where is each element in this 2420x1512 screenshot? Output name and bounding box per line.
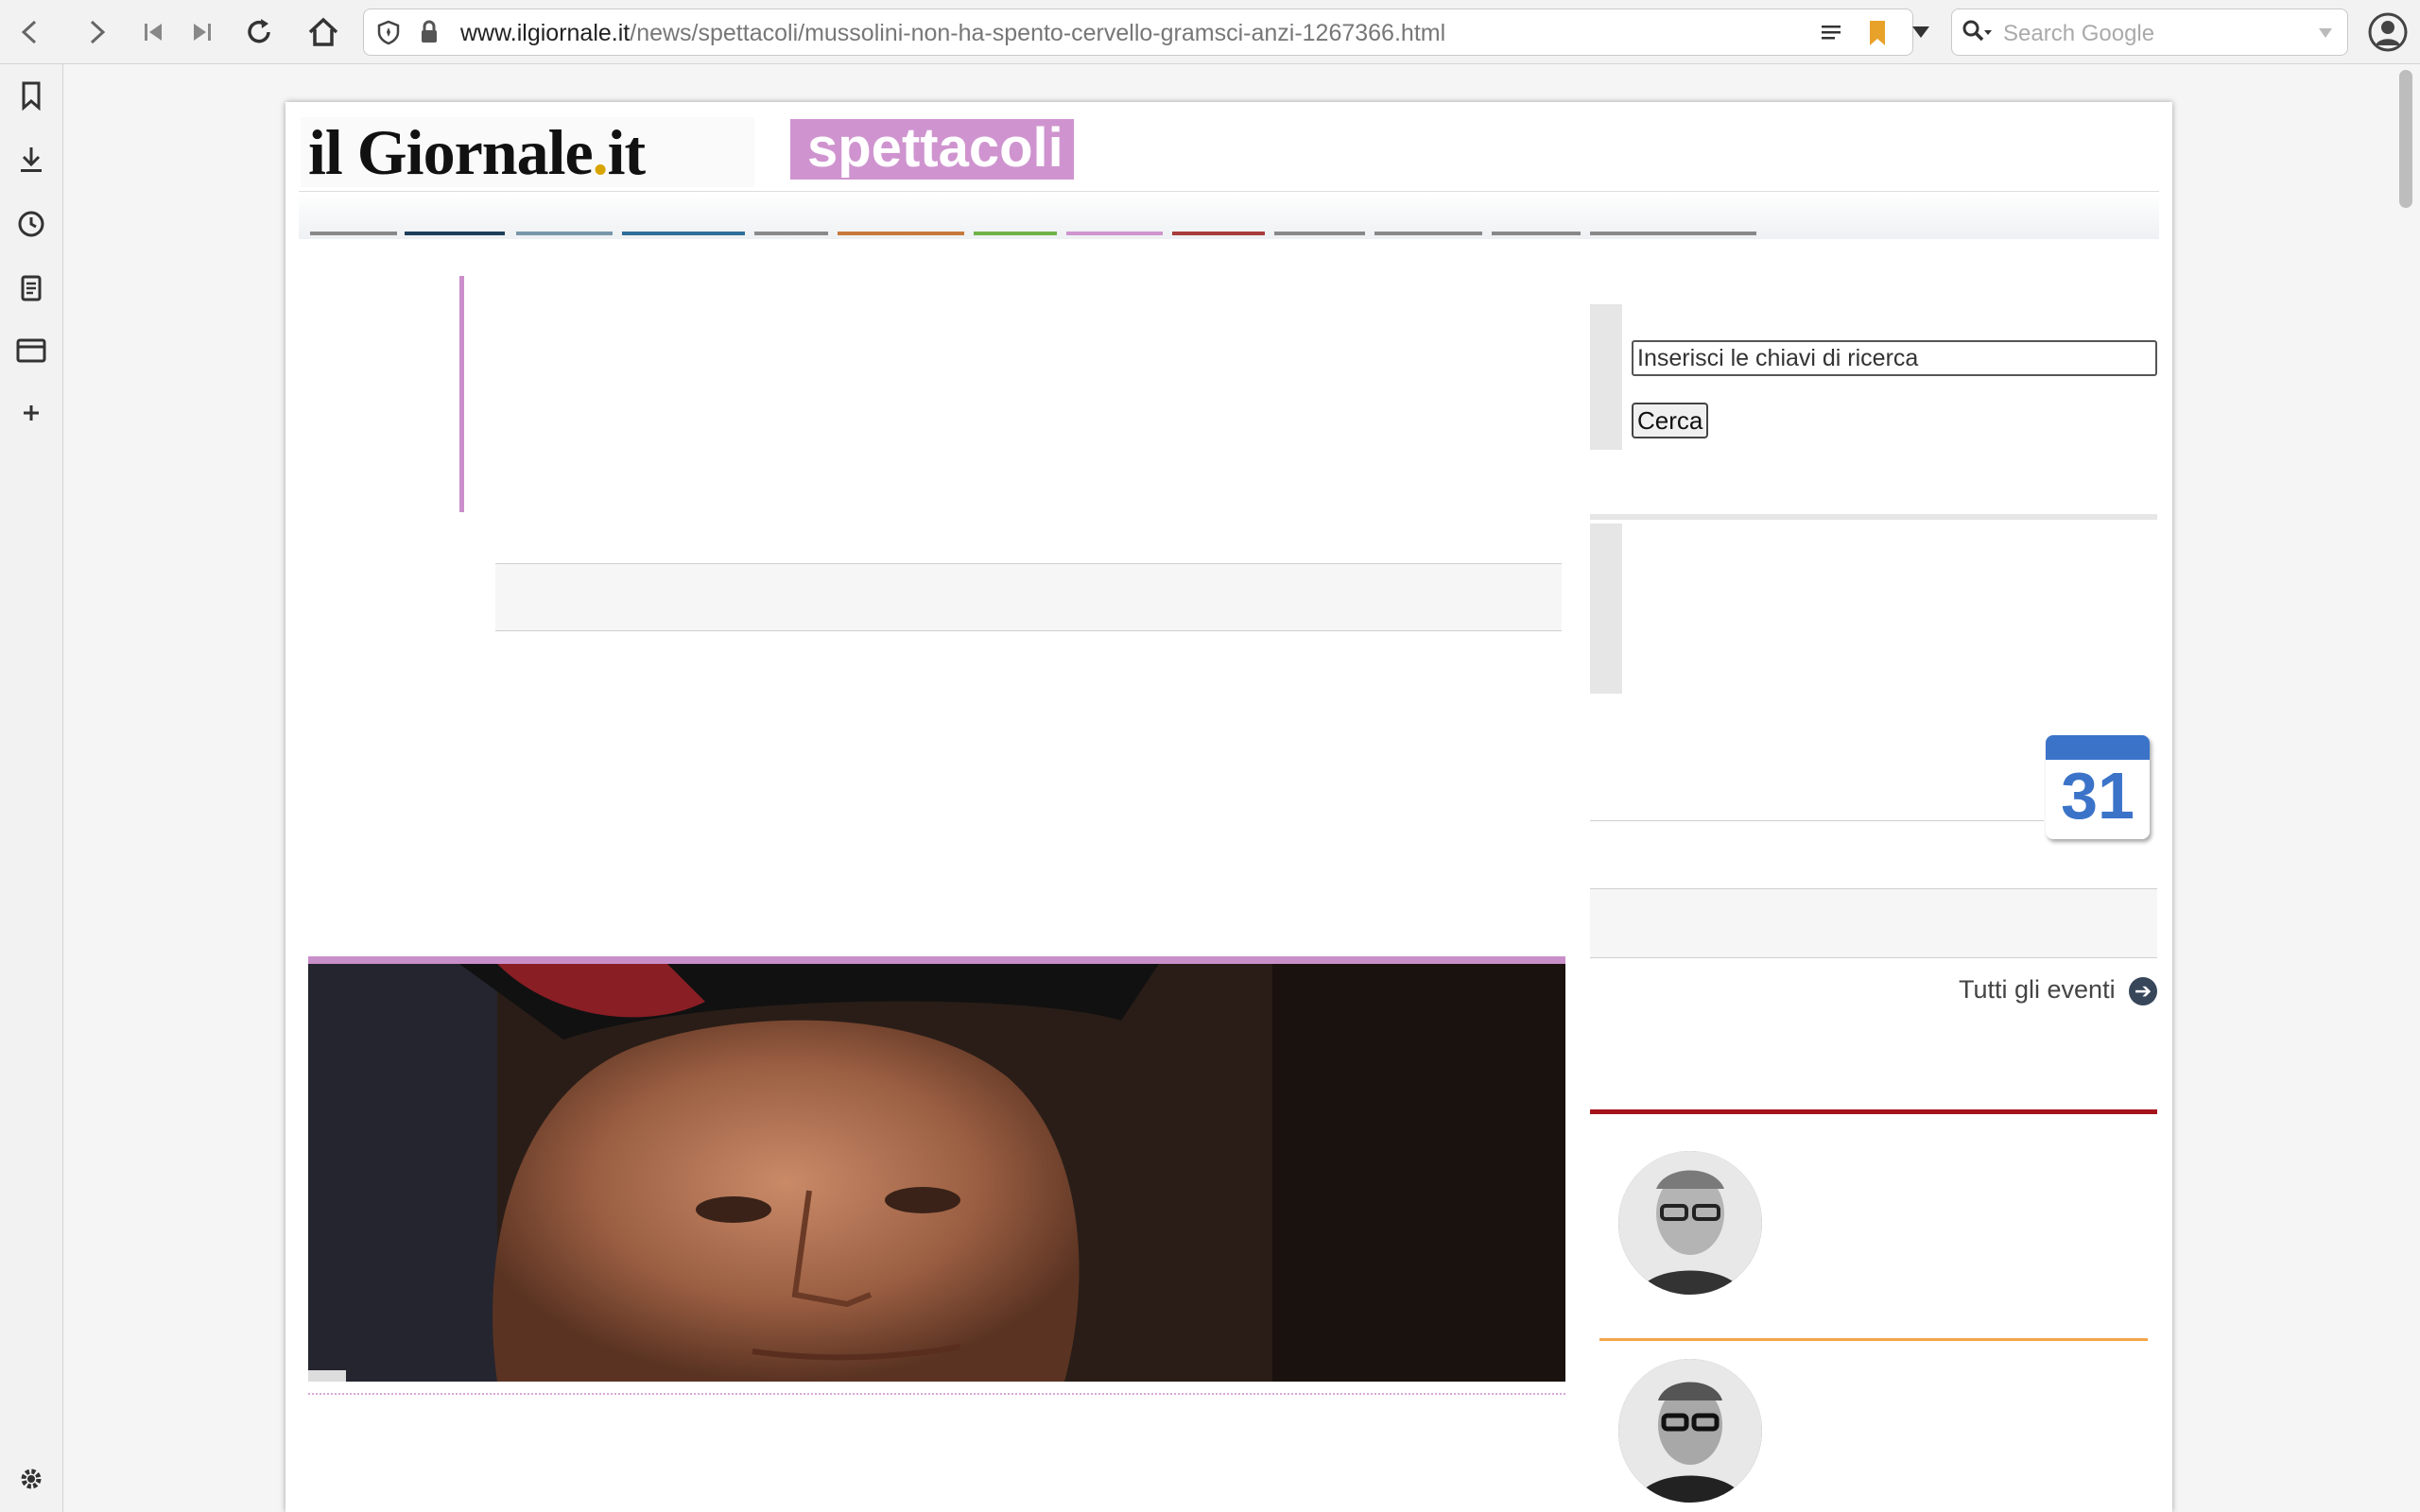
scrollbar-thumb[interactable] (2399, 70, 2412, 208)
author-avatar[interactable] (1618, 1151, 1762, 1295)
sidebar-box-accent (1590, 524, 1622, 694)
url-domain: www.ilgiornale.it (460, 20, 631, 46)
article-info-band (495, 563, 1562, 631)
site-logo[interactable]: il Giornale.it (301, 117, 754, 187)
url-path: /news/spettacoli/mussolini-non-ha-spento… (630, 20, 1446, 46)
photo-divider (308, 1393, 1565, 1395)
search-button[interactable]: Cerca (1632, 403, 1709, 438)
search-engine-dropdown-icon[interactable] (2317, 26, 2334, 40)
bookmark-star-icon[interactable] (1867, 19, 1888, 47)
reader-view-icon[interactable] (1820, 23, 1842, 43)
author-portrait (1618, 1151, 1762, 1295)
nav-item[interactable] (974, 232, 1057, 235)
download-icon (21, 147, 42, 172)
back-button[interactable] (8, 9, 53, 55)
nav-item[interactable] (310, 232, 397, 235)
gear-icon (21, 1469, 42, 1489)
browser-toolbar: www.ilgiornale.it/news/spettacoli/mussol… (0, 0, 2420, 64)
fast-forward-button[interactable] (180, 9, 225, 55)
page-scrollbar[interactable] (2394, 64, 2420, 1512)
window-icon (16, 338, 46, 363)
forward-button[interactable] (74, 9, 119, 55)
url-text[interactable]: www.ilgiornale.it/news/spettacoli/mussol… (460, 20, 1445, 47)
all-events-link[interactable]: Tutti gli eventi (1959, 975, 2116, 1005)
reload-button[interactable] (236, 9, 282, 55)
photo-accent-bar (308, 956, 1565, 964)
events-band (1590, 888, 2157, 958)
fast-forward-icon (194, 24, 211, 41)
nav-item[interactable] (1590, 232, 1756, 235)
notes-panel-button[interactable] (9, 266, 53, 310)
sidebar-box (1590, 524, 2157, 694)
section-nav (299, 191, 2159, 239)
section-badge[interactable]: spettacoli (790, 119, 1074, 180)
forward-arrow-icon (90, 20, 106, 44)
clock-icon (18, 211, 44, 237)
web-search-placeholder: Search Google (2003, 21, 2155, 46)
nav-item[interactable] (1274, 232, 1365, 235)
article-accent-bar (459, 276, 464, 512)
history-panel-button[interactable] (9, 202, 53, 246)
author-portrait (1618, 1359, 1762, 1503)
home-button[interactable] (301, 9, 346, 55)
bookmarks-panel-button[interactable] (9, 74, 53, 117)
nav-item[interactable] (622, 232, 745, 235)
home-icon (308, 17, 338, 46)
author-avatar[interactable] (1618, 1359, 1762, 1503)
calendar-icon[interactable]: 31 (2046, 735, 2150, 839)
events-top-rule (1590, 820, 2044, 821)
back-arrow-icon (21, 20, 37, 44)
bookmark-icon (22, 81, 41, 111)
downloads-panel-button[interactable] (9, 138, 53, 181)
address-bar[interactable]: www.ilgiornale.it/news/spettacoli/mussol… (363, 9, 1929, 56)
plus-icon (24, 405, 39, 421)
lock-icon (422, 20, 437, 43)
profile-icon (2368, 12, 2408, 52)
nav-item[interactable] (1492, 232, 1581, 235)
logo-tld: it (607, 116, 647, 188)
web-search-bar[interactable]: Search Google (1951, 9, 2348, 56)
profile-button[interactable] (2365, 9, 2411, 55)
nav-item[interactable] (516, 232, 613, 235)
settings-button[interactable] (9, 1457, 53, 1501)
search-icon (1962, 20, 1992, 42)
opinions-rule (1590, 1109, 2157, 1114)
window-panel-button[interactable] (9, 329, 53, 372)
nav-item[interactable] (1172, 232, 1265, 235)
portrait-illustration (308, 964, 1565, 1382)
side-panel (0, 64, 63, 1512)
nav-item[interactable] (405, 232, 505, 235)
site-search-input[interactable] (1632, 340, 2157, 376)
logo-dot: . (592, 116, 609, 188)
search-box-accent (1590, 304, 1622, 450)
logo-main: il Giornale (308, 116, 594, 188)
notes-icon (21, 275, 42, 301)
photo-caption-tab[interactable] (308, 1370, 346, 1382)
nav-item[interactable] (754, 232, 828, 235)
dropdown-arrow-icon[interactable] (1910, 25, 1931, 40)
site-search-box: Cerca (1590, 304, 2157, 450)
calendar-header (2046, 735, 2150, 760)
nav-item[interactable] (1374, 232, 1482, 235)
arrow-right-icon[interactable]: ➔ (2129, 977, 2157, 1005)
nav-item[interactable] (838, 232, 964, 235)
reload-icon (248, 19, 270, 43)
shield-icon (377, 20, 400, 45)
add-panel-button[interactable] (9, 391, 53, 435)
rewind-button[interactable] (130, 9, 176, 55)
article-photo[interactable] (308, 964, 1565, 1382)
rewind-icon (145, 24, 162, 41)
sidebar-separator (1590, 514, 2157, 520)
web-page: il Giornale.it spettacoli Inserisci le c… (285, 102, 2172, 1512)
nav-item[interactable] (1066, 232, 1163, 235)
calendar-day: 31 (2061, 759, 2135, 833)
author-divider (1599, 1338, 2148, 1341)
